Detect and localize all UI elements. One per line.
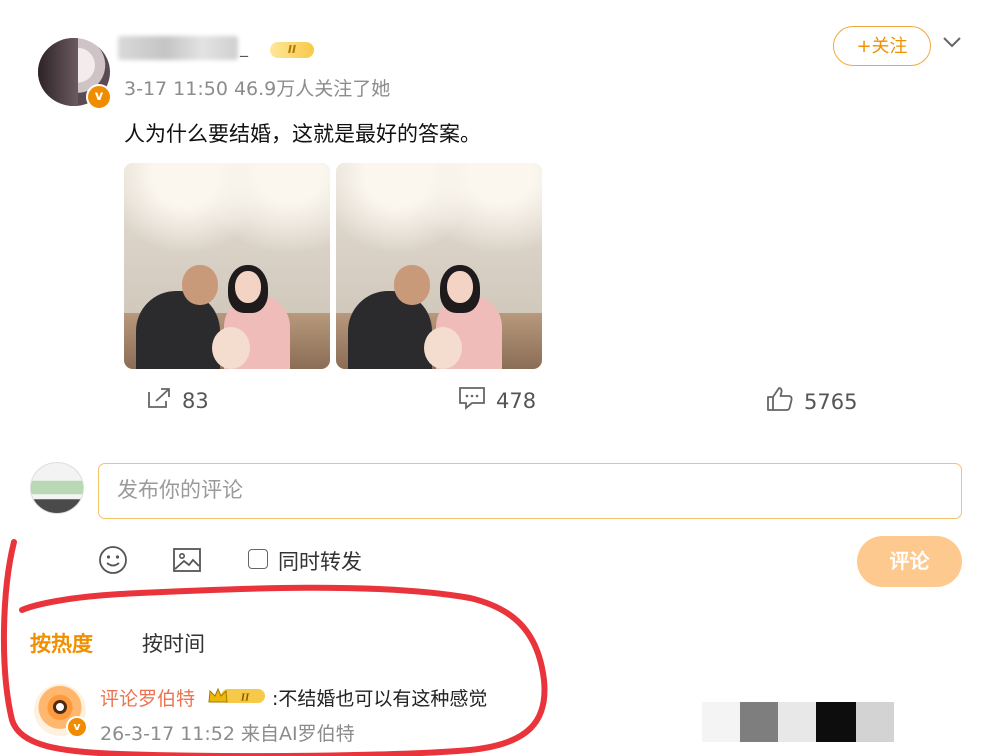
chevron-down-icon[interactable] xyxy=(942,30,962,55)
post-image-1[interactable] xyxy=(124,163,330,369)
share-count: 83 xyxy=(182,388,209,413)
like-button[interactable]: 5765 xyxy=(766,386,857,417)
my-avatar[interactable] xyxy=(30,462,84,514)
share-button[interactable]: 83 xyxy=(146,386,209,415)
comment-input[interactable]: 发布你的评论 xyxy=(98,463,962,519)
author-name-blurred[interactable] xyxy=(118,36,238,60)
comment-button[interactable]: 478 xyxy=(458,386,536,415)
comment-count: 478 xyxy=(496,388,537,413)
follow-button[interactable]: +关注 xyxy=(833,26,931,66)
thumbs-up-icon xyxy=(766,386,794,417)
author-level-badge: II xyxy=(270,42,314,58)
red-annotation-circle xyxy=(0,539,548,756)
share-icon xyxy=(146,386,172,415)
author-name-tail[interactable]: _ xyxy=(240,38,248,57)
submit-comment-button[interactable]: 评论 xyxy=(857,536,962,587)
comment-icon xyxy=(458,386,486,415)
pixel-mosaic xyxy=(702,702,924,742)
verified-badge: v xyxy=(86,84,112,110)
like-count: 5765 xyxy=(804,389,858,414)
post-text: 人为什么要结婚，这就是最好的答案。 xyxy=(124,122,481,146)
post-image-2[interactable] xyxy=(336,163,542,369)
post-meta: 3-17 11:50 46.9万人关注了她 xyxy=(124,78,391,100)
